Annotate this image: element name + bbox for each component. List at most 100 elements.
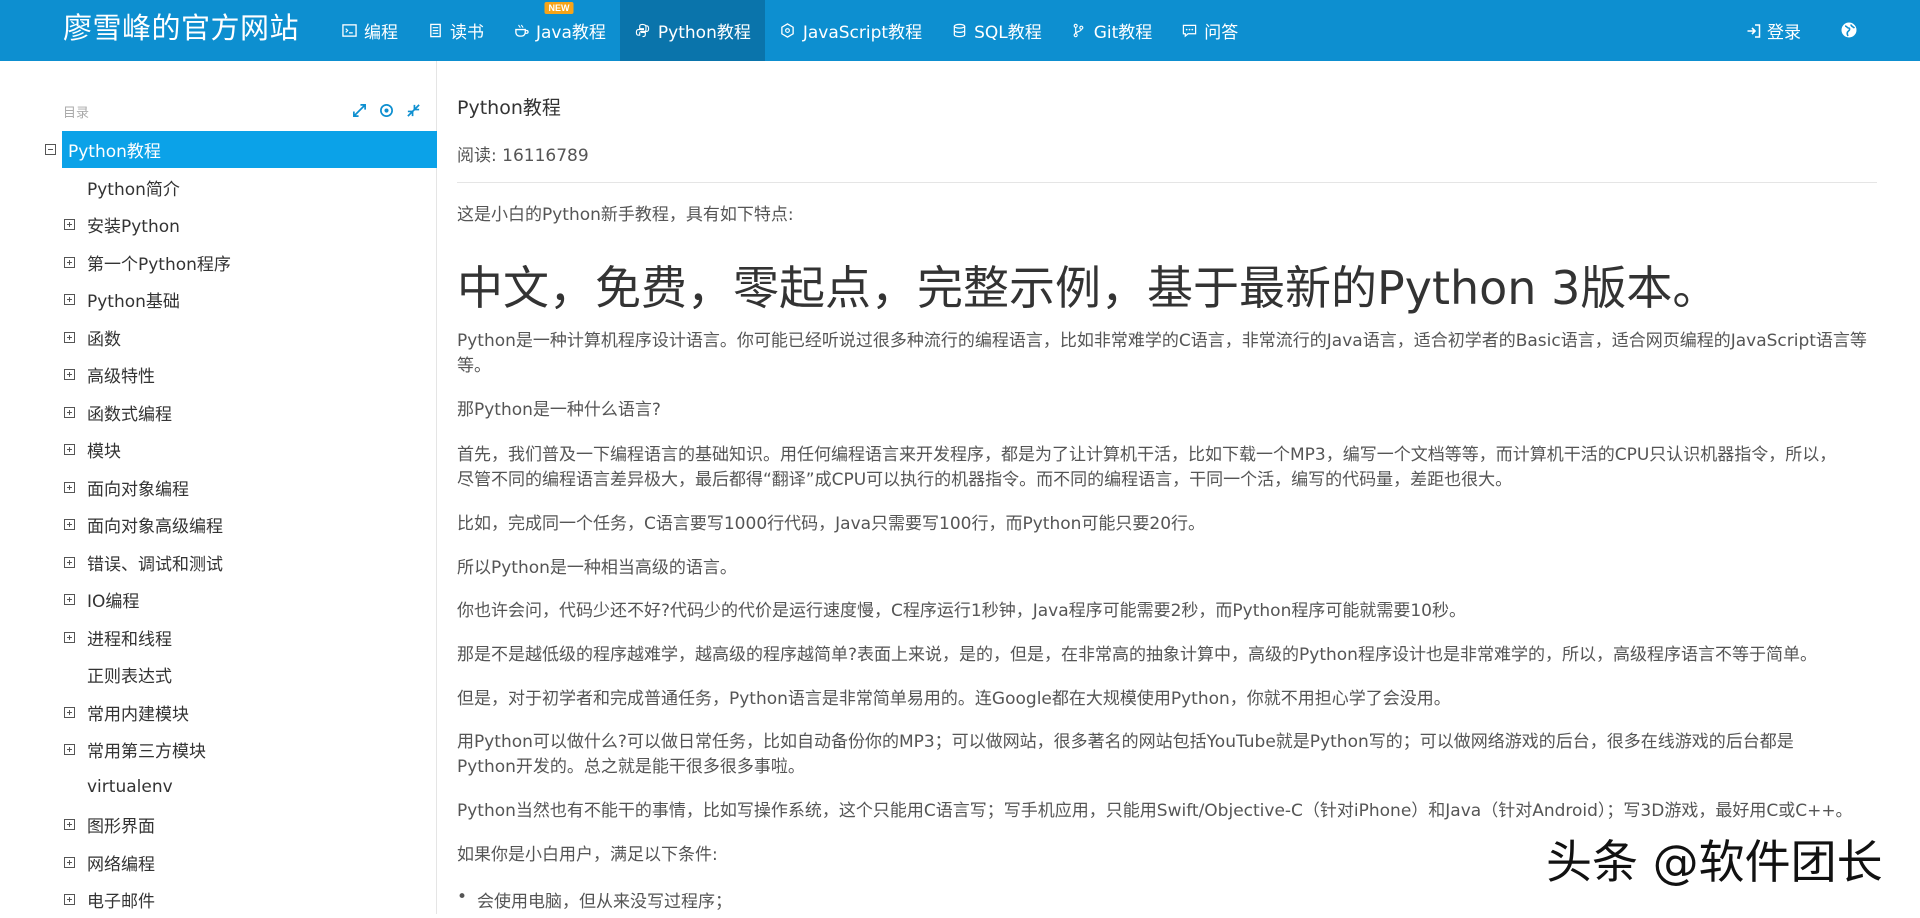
nav-programming[interactable]: 编程 [326, 0, 412, 61]
expand-plus-icon[interactable] [64, 369, 75, 380]
toc-item[interactable]: 图形界面 [0, 806, 437, 843]
toc-item-label: IO编程 [87, 592, 140, 612]
collapse-minus-icon[interactable] [45, 144, 56, 155]
expand-plus-icon[interactable] [64, 481, 75, 493]
toc-item-label: 面向对象编程 [87, 479, 189, 500]
new-badge: NEW [544, 2, 574, 14]
watermark: 头条 @软件团长 [1540, 834, 1889, 890]
nav-javascript[interactable]: JavaScript教程 [765, 0, 936, 61]
expand-plus-icon[interactable] [64, 331, 75, 343]
globe-icon[interactable] [1840, 21, 1858, 39]
git-branch-icon [1070, 22, 1088, 40]
toc-item[interactable]: 电子邮件 [0, 881, 437, 918]
toc-item[interactable]: 函数式编程 [0, 394, 437, 431]
toc-item-label: 正则表达式 [87, 667, 172, 687]
paragraph: Python当然也有不能干的事情，比如写操作系统，这个只能用C语言写；写手机应用… [457, 801, 1853, 821]
toc-item-label: 第一个Python程序 [87, 254, 231, 275]
expand-plus-icon[interactable] [64, 706, 75, 718]
toc-item-label: 面向对象高级编程 [87, 517, 223, 537]
login-button[interactable]: 登录 [1746, 0, 1801, 61]
toc-item-label: virtualenv [87, 777, 173, 797]
nav-python-label: Python教程 [657, 23, 751, 43]
intro-paragraph: 这是小白的Python新手教程，具有如下特点: [457, 205, 794, 225]
paragraph: 但是，对于初学者和完成普通任务，Python语言是非常简单易用的。连Google… [457, 689, 1451, 709]
read-count: 阅读: 16116789 [457, 146, 589, 166]
toc-item-label: 电子邮件 [87, 892, 155, 912]
expand-plus-icon[interactable] [64, 556, 75, 568]
expand-plus-icon[interactable] [64, 594, 75, 605]
hexagon-icon [779, 22, 797, 40]
toc-item[interactable]: virtualenv [0, 769, 437, 806]
toc-item-label: Python基础 [87, 292, 180, 312]
toc-item[interactable]: 面向对象编程 [0, 469, 437, 506]
site-brand[interactable]: 廖雪峰的官方网站 [63, 8, 299, 48]
toc-item[interactable]: 函数 [0, 319, 437, 356]
toc-item[interactable]: 常用第三方模块 [0, 731, 437, 768]
divider [457, 182, 1877, 183]
toc-item[interactable]: Python简介 [0, 169, 437, 206]
nav-qa-label: 问答 [1204, 23, 1239, 43]
expand-plus-icon[interactable] [64, 631, 75, 643]
page-title: Python教程 [457, 97, 561, 119]
python-icon [634, 22, 652, 40]
toc-item[interactable]: 网络编程 [0, 844, 437, 881]
expand-plus-icon[interactable] [64, 219, 75, 230]
database-icon [950, 22, 968, 40]
nav-git[interactable]: Git教程 [1056, 0, 1167, 61]
expand-plus-icon[interactable] [64, 819, 75, 830]
toc-item[interactable]: 常用内建模块 [0, 694, 437, 731]
nav-sql[interactable]: SQL教程 [936, 0, 1056, 61]
collapse-all-icon[interactable] [404, 101, 422, 119]
coffee-icon [512, 22, 530, 40]
toc-item[interactable]: Python教程 [0, 131, 437, 168]
expand-plus-icon[interactable] [64, 856, 75, 868]
toc-item[interactable]: 错误、调试和测试 [0, 544, 437, 581]
expand-plus-icon[interactable] [64, 744, 75, 755]
expand-plus-icon[interactable] [64, 444, 75, 455]
main-nav: 编程 读书 NEW Java教程 Python教程 JavaScript教程 S… [326, 0, 1252, 61]
nav-qa[interactable]: 问答 [1166, 0, 1252, 61]
paragraph: 那是不是越低级的程序越难学，越高级的程序越简单?表面上来说，是的，但是，在非常高… [457, 645, 1817, 665]
expand-plus-icon[interactable] [64, 519, 75, 530]
nav-sql-label: SQL教程 [974, 23, 1042, 43]
toc-item-label: 常用内建模块 [87, 704, 189, 725]
toc-item-label: 模块 [87, 442, 121, 462]
paragraph: Python是一种计算机程序设计语言。你可能已经听说过很多种流行的编程语言，比如… [457, 331, 1867, 376]
toc-item[interactable]: IO编程 [0, 581, 437, 618]
locate-icon[interactable] [377, 101, 395, 119]
toc-item[interactable]: Python基础 [0, 281, 437, 318]
toc-item-label: 函数式编程 [87, 404, 172, 425]
paragraph: 比如，完成同一个任务，C语言要写1000行代码，Java只需要写100行，而Py… [457, 514, 1206, 534]
expand-plus-icon[interactable] [64, 256, 75, 268]
toc-tools [350, 101, 422, 119]
toc-item-label: 网络编程 [87, 854, 155, 875]
toc-item-label: 进程和线程 [87, 629, 172, 650]
toc-item[interactable]: 面向对象高级编程 [0, 506, 437, 543]
toc-item[interactable]: 进程和线程 [0, 619, 437, 656]
nav-python[interactable]: Python教程 [619, 0, 765, 61]
toc-item[interactable]: 高级特性 [0, 356, 437, 393]
sign-in-icon [1747, 23, 1761, 38]
toc-item-label: 错误、调试和测试 [87, 554, 223, 575]
nav-reading[interactable]: 读书 [412, 0, 498, 61]
paragraph: 所以Python是一种相当高级的语言。 [457, 558, 737, 578]
expand-plus-icon[interactable] [64, 894, 75, 905]
nav-java[interactable]: NEW Java教程 [498, 0, 620, 61]
toc-item[interactable]: 第一个Python程序 [0, 244, 437, 281]
paragraph: 首先，我们普及一下编程语言的基础知识。用任何编程语言来开发程序，都是为了让计算机… [457, 445, 1837, 490]
toc-item-label: 函数 [87, 329, 121, 350]
toc-item[interactable]: 正则表达式 [0, 656, 437, 693]
toc-item[interactable]: 安装Python [0, 206, 437, 243]
expand-all-icon[interactable] [350, 101, 368, 119]
nav-javascript-label: JavaScript教程 [802, 23, 923, 43]
nav-java-label: Java教程 [536, 23, 606, 43]
list-item: 会使用电脑，但从来没写过程序； [457, 887, 732, 912]
paragraph: 那Python是一种什么语言? [457, 400, 661, 420]
nav-reading-label: 读书 [450, 23, 484, 43]
toc-item[interactable]: 模块 [0, 431, 437, 468]
top-navbar: 廖雪峰的官方网站 编程 读书 NEW Java教程 Python教程 JavaS… [0, 0, 1920, 61]
toc-item-label: Python教程 [68, 142, 161, 162]
chat-icon [1180, 22, 1198, 40]
expand-plus-icon[interactable] [64, 294, 75, 305]
expand-plus-icon[interactable] [64, 406, 75, 418]
